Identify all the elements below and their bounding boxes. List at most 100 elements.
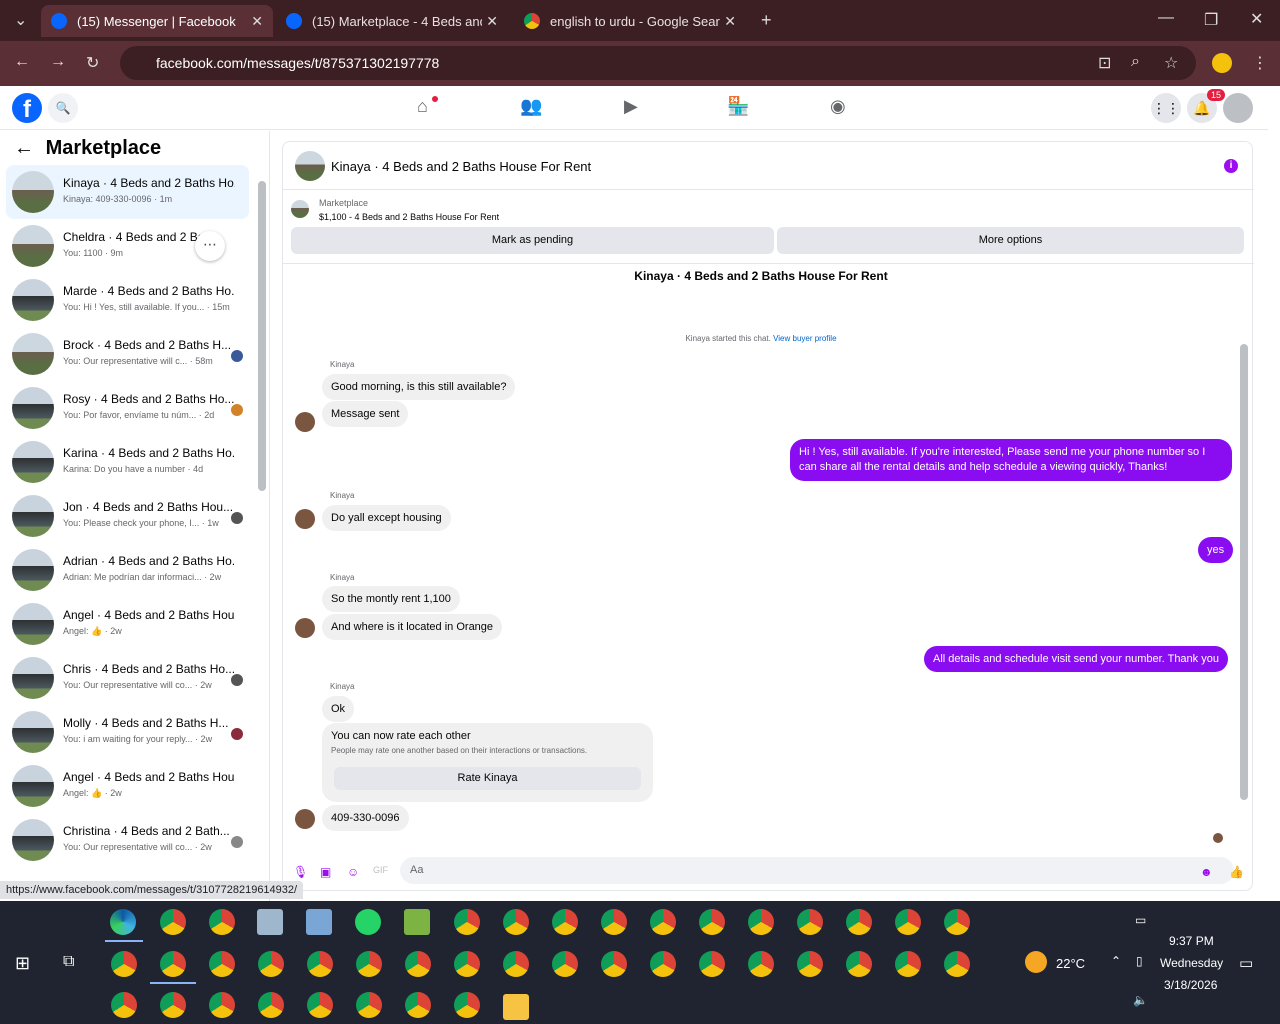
profile-icon[interactable] <box>1212 53 1232 73</box>
chrome-profile-icon[interactable] <box>552 909 578 935</box>
chrome-profile-icon[interactable] <box>650 909 676 935</box>
chrome-profile-icon[interactable] <box>503 909 529 935</box>
chrome-profile-icon[interactable] <box>944 909 970 935</box>
sidebar-scrollbar[interactable] <box>258 181 266 491</box>
chrome-profile-icon[interactable] <box>160 992 186 1018</box>
chrome-profile-icon[interactable] <box>748 909 774 935</box>
close-tab-icon[interactable]: ✕ <box>251 13 263 30</box>
chat-title[interactable]: Kinaya · 4 Beds and 2 Baths House For Re… <box>331 159 591 174</box>
bookmark-star-icon[interactable]: ☆ <box>1164 53 1178 73</box>
view-buyer-profile-link[interactable]: View buyer profile <box>773 334 836 343</box>
tab-search-icon[interactable]: ⌄ <box>14 10 27 30</box>
edge-icon[interactable] <box>110 909 136 935</box>
conversation-item[interactable]: Brock · 4 Beds and 2 Baths H... You: Our … <box>6 327 249 381</box>
chrome-profile-icon[interactable] <box>846 909 872 935</box>
chrome-profile-icon[interactable] <box>454 951 480 977</box>
windows-start-icon[interactable]: ⊞ <box>15 953 30 974</box>
chrome-profile-icon[interactable] <box>209 951 235 977</box>
chrome-profile-icon[interactable] <box>356 992 382 1018</box>
zoom-icon[interactable]: ⌕ <box>1131 53 1140 71</box>
notepad-icon[interactable] <box>404 909 430 935</box>
more-options-button[interactable]: More options <box>777 227 1244 254</box>
conversation-item[interactable]: Christina · 4 Beds and 2 Bath... You: Our… <box>6 813 249 867</box>
chrome-profile-icon[interactable] <box>209 992 235 1018</box>
conversation-item[interactable]: Jon · 4 Beds and 2 Baths Hou... You: Plea… <box>6 489 249 543</box>
close-window-icon[interactable]: ✕ <box>1250 9 1263 29</box>
control-panel-icon[interactable] <box>257 909 283 935</box>
marketplace-icon[interactable]: 🏪 <box>727 96 749 117</box>
conversation-more-button[interactable]: ⋯ <box>195 231 225 261</box>
conversation-item[interactable]: Angel · 4 Beds and 2 Baths Hou... Angel: … <box>6 597 249 651</box>
chrome-profile-icon[interactable] <box>944 951 970 977</box>
chrome-icon[interactable] <box>160 909 186 935</box>
chrome-profile-icon[interactable] <box>111 951 137 977</box>
app-icon[interactable] <box>306 909 332 935</box>
info-icon[interactable]: i <box>1224 159 1238 173</box>
listing-thumbnail[interactable] <box>295 151 325 181</box>
forward-icon[interactable]: → <box>50 53 66 71</box>
chrome-profile-icon[interactable] <box>258 951 284 977</box>
search-icon[interactable]: 🔍 <box>48 93 78 123</box>
friends-icon[interactable]: 👥 <box>520 96 542 117</box>
chrome-profile-icon[interactable] <box>601 951 627 977</box>
chrome-profile-icon[interactable] <box>797 951 823 977</box>
tray-chevron-icon[interactable]: ⌃ <box>1111 954 1121 968</box>
microphone-icon[interactable]: 🎙 <box>293 865 308 879</box>
tab-marketplace[interactable]: (15) Marketplace - 4 Beds and 2 ✕ <box>276 5 508 37</box>
home-icon[interactable]: ⌂ <box>417 96 428 117</box>
chrome-profile-icon[interactable] <box>895 951 921 977</box>
notification-center-icon[interactable]: ▭ <box>1239 954 1253 972</box>
chrome-profile-icon[interactable] <box>258 992 284 1018</box>
chrome-profile-icon[interactable] <box>405 951 431 977</box>
chrome-profile-icon[interactable] <box>846 951 872 977</box>
clock-day[interactable]: Wednesday <box>1160 956 1223 970</box>
restore-icon[interactable]: ❐ <box>1204 10 1218 30</box>
close-tab-icon[interactable]: ✕ <box>724 13 736 30</box>
chrome-profile-icon[interactable] <box>209 909 235 935</box>
chrome-profile-icon[interactable] <box>307 992 333 1018</box>
clock-date[interactable]: 3/18/2026 <box>1164 978 1217 992</box>
reload-icon[interactable]: ↻ <box>86 53 99 73</box>
like-thumb-icon[interactable]: 👍 <box>1229 865 1244 879</box>
whatsapp-icon[interactable] <box>355 909 381 935</box>
chrome-profile-icon[interactable] <box>111 992 137 1018</box>
chrome-profile-icon[interactable] <box>405 992 431 1018</box>
volume-icon[interactable]: 🔈 <box>1133 993 1148 1007</box>
url-bar[interactable]: facebook.com/messages/t/875371302197778 <box>120 46 1196 80</box>
rate-kinaya-button[interactable]: Rate Kinaya <box>334 767 641 790</box>
chrome-profile-icon[interactable] <box>356 951 382 977</box>
tab-messenger[interactable]: (15) Messenger | Facebook ✕ <box>41 5 273 37</box>
conversation-item[interactable]: Chris · 4 Beds and 2 Baths Ho... You: Our… <box>6 651 249 705</box>
conversation-item[interactable]: Rosy · 4 Beds and 2 Baths Ho... You: Por … <box>6 381 249 435</box>
chrome-profile-icon[interactable] <box>650 951 676 977</box>
install-app-icon[interactable]: ⊡ <box>1098 53 1111 73</box>
account-avatar[interactable] <box>1223 93 1253 123</box>
weather-temperature[interactable]: 22°C <box>1056 956 1085 971</box>
mark-as-pending-button[interactable]: Mark as pending <box>291 227 774 254</box>
video-icon[interactable]: ▶ <box>624 96 638 117</box>
sticker-icon[interactable]: ☺ <box>347 865 359 879</box>
chrome-profile-icon[interactable] <box>699 951 725 977</box>
chrome-profile-icon[interactable] <box>307 951 333 977</box>
menu-grid-icon[interactable]: ⋮⋮ <box>1151 93 1181 123</box>
tab-google[interactable]: english to urdu - Google Search ✕ <box>514 5 746 37</box>
chrome-profile-icon[interactable] <box>895 909 921 935</box>
conversation-item[interactable]: Adrian · 4 Beds and 2 Baths Ho... Adrian:… <box>6 543 249 597</box>
clock-time[interactable]: 9:37 PM <box>1169 934 1214 948</box>
chrome-menu-icon[interactable]: ⋮ <box>1252 53 1268 73</box>
task-view-icon[interactable]: ⧉ <box>63 953 74 971</box>
chrome-profile-icon[interactable] <box>454 909 480 935</box>
conversation-item[interactable]: Marde · 4 Beds and 2 Baths Ho... You: Hi … <box>6 273 249 327</box>
photo-icon[interactable]: ▣ <box>320 865 331 879</box>
minimize-icon[interactable]: — <box>1158 9 1174 27</box>
conversation-item[interactable]: Angel · 4 Beds and 2 Baths Hou... Angel: … <box>6 759 249 813</box>
back-icon[interactable]: ← <box>14 53 30 71</box>
network-icon[interactable]: ▭ <box>1135 913 1146 927</box>
chrome-profile-icon[interactable] <box>503 951 529 977</box>
message-input[interactable]: Aa <box>400 857 1234 884</box>
conversation-item[interactable]: Kinaya · 4 Beds and 2 Baths Ho... Kinaya:… <box>6 165 249 219</box>
back-arrow-icon[interactable]: ← <box>14 137 34 159</box>
chrome-profile-icon[interactable] <box>748 951 774 977</box>
emoji-icon[interactable]: ☻ <box>1200 865 1213 879</box>
chrome-profile-icon[interactable] <box>160 951 186 977</box>
